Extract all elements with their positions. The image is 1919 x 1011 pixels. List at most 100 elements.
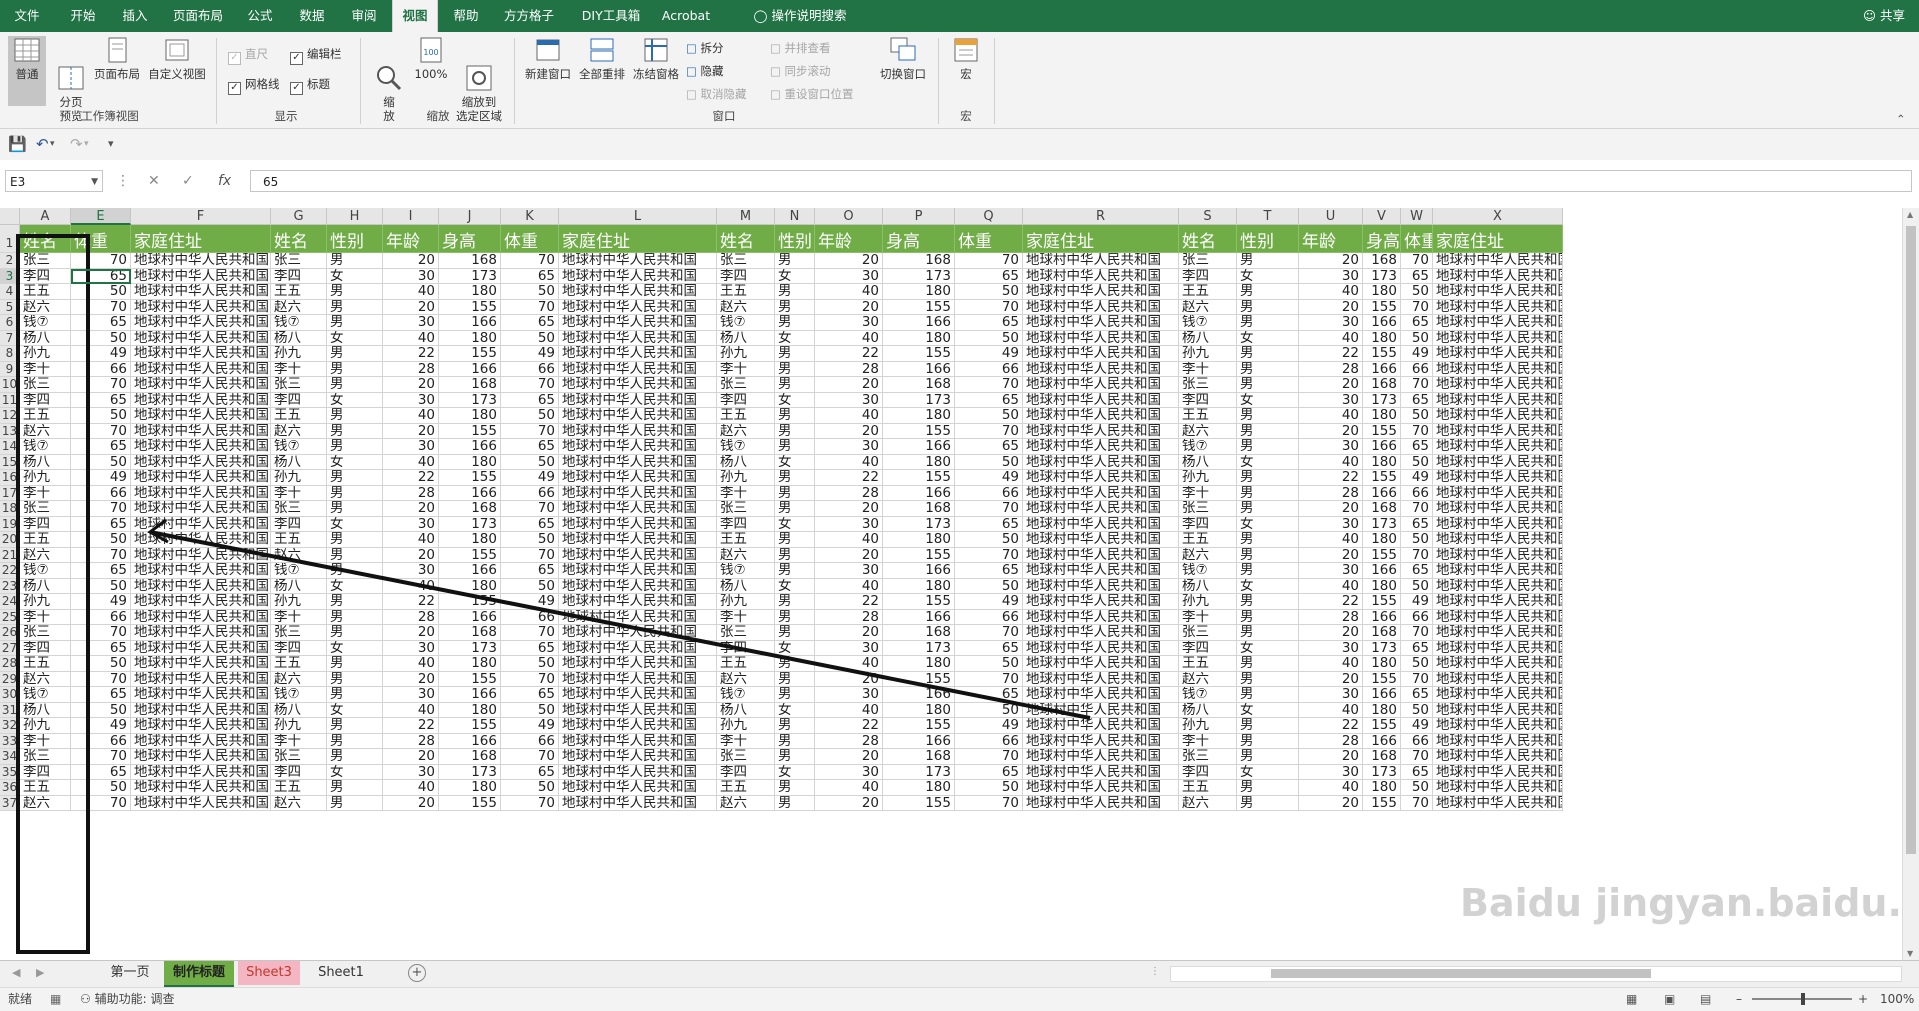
table-cell[interactable]: 40	[815, 578, 883, 594]
table-cell[interactable]: 王五	[1179, 780, 1237, 796]
header-cell[interactable]: 体重	[501, 225, 559, 253]
table-cell[interactable]: 66	[501, 733, 559, 749]
table-cell[interactable]: 40	[383, 408, 439, 424]
table-cell[interactable]: 40	[383, 780, 439, 796]
table-cell[interactable]: 男	[775, 253, 815, 269]
table-cell[interactable]: 168	[883, 253, 955, 269]
table-cell[interactable]: 女	[1237, 764, 1299, 780]
table-cell[interactable]: 女	[1237, 516, 1299, 532]
table-cell[interactable]: 50	[1401, 578, 1433, 594]
table-cell[interactable]: 65	[501, 392, 559, 408]
select-all-corner[interactable]	[0, 208, 20, 225]
table-cell[interactable]: 男	[1237, 253, 1299, 269]
column-header-l[interactable]: L	[559, 208, 717, 225]
table-cell[interactable]: 地球村中华人民共和国	[1023, 377, 1179, 393]
tab-home[interactable]: 开始	[60, 0, 106, 32]
table-cell[interactable]: 杨八	[20, 330, 71, 346]
table-cell[interactable]: 40	[1299, 532, 1363, 548]
table-cell[interactable]: 地球村中华人民共和国	[131, 516, 271, 532]
table-cell[interactable]: 李十	[271, 485, 327, 501]
table-cell[interactable]: 地球村中华人民共和国	[131, 609, 271, 625]
customize-qat-icon[interactable]: ▾	[108, 137, 114, 150]
table-cell[interactable]: 180	[1363, 330, 1401, 346]
row-header[interactable]: 35	[0, 764, 20, 780]
table-cell[interactable]: 70	[501, 253, 559, 269]
table-cell[interactable]: 49	[71, 346, 131, 362]
row-header[interactable]: 10	[0, 377, 20, 393]
table-cell[interactable]: 155	[1363, 423, 1401, 439]
table-cell[interactable]: 地球村中华人民共和国	[1433, 268, 1563, 284]
table-cell[interactable]: 155	[439, 470, 501, 486]
table-cell[interactable]: 28	[815, 733, 883, 749]
table-cell[interactable]: 地球村中华人民共和国	[1433, 702, 1563, 718]
row-header[interactable]: 33	[0, 733, 20, 749]
row-header[interactable]: 15	[0, 454, 20, 470]
table-cell[interactable]: 王五	[1179, 656, 1237, 672]
table-cell[interactable]: 地球村中华人民共和国	[1023, 346, 1179, 362]
table-cell[interactable]: 男	[775, 532, 815, 548]
table-cell[interactable]: 地球村中华人民共和国	[131, 733, 271, 749]
table-cell[interactable]: 65	[1401, 516, 1433, 532]
table-cell[interactable]: 20	[383, 749, 439, 765]
table-cell[interactable]: 地球村中华人民共和国	[1433, 330, 1563, 346]
table-cell[interactable]: 王五	[717, 532, 775, 548]
header-cell[interactable]: 姓名	[271, 225, 327, 253]
table-cell[interactable]: 70	[955, 253, 1023, 269]
scroll-sheets-left-icon[interactable]: ◀	[12, 966, 20, 979]
sheet-tab-sheet1[interactable]: Sheet1	[306, 961, 376, 985]
table-cell[interactable]: 男	[1237, 687, 1299, 703]
table-cell[interactable]: 地球村中华人民共和国	[1433, 454, 1563, 470]
table-cell[interactable]: 173	[439, 268, 501, 284]
table-cell[interactable]: 180	[1363, 284, 1401, 300]
table-cell[interactable]: 男	[775, 501, 815, 517]
header-cell[interactable]: 体重	[71, 225, 131, 253]
table-cell[interactable]: 20	[815, 423, 883, 439]
table-cell[interactable]: 女	[1237, 702, 1299, 718]
row-header[interactable]: 28	[0, 656, 20, 672]
table-cell[interactable]: 28	[1299, 733, 1363, 749]
accessibility-status[interactable]: ⚇ 辅助功能: 调查	[80, 988, 174, 1010]
table-cell[interactable]: 155	[883, 423, 955, 439]
table-cell[interactable]: 女	[775, 392, 815, 408]
headings-checkbox[interactable]: ✓ 标题	[290, 76, 330, 95]
table-cell[interactable]: 男	[327, 501, 383, 517]
table-cell[interactable]: 49	[1401, 470, 1433, 486]
table-cell[interactable]: 168	[1363, 253, 1401, 269]
table-cell[interactable]: 王五	[20, 780, 71, 796]
table-cell[interactable]: 155	[1363, 718, 1401, 734]
table-cell[interactable]: 22	[815, 718, 883, 734]
table-cell[interactable]: 李四	[717, 392, 775, 408]
table-cell[interactable]: 李四	[271, 516, 327, 532]
table-cell[interactable]: 168	[1363, 377, 1401, 393]
table-cell[interactable]: 张三	[717, 377, 775, 393]
table-cell[interactable]: 赵六	[20, 671, 71, 687]
row-header[interactable]: 37	[0, 795, 20, 811]
tab-file[interactable]: 文件	[4, 0, 50, 32]
table-cell[interactable]: 173	[1363, 640, 1401, 656]
table-cell[interactable]: 180	[883, 408, 955, 424]
table-cell[interactable]: 70	[955, 795, 1023, 811]
split-button[interactable]: □ 拆分	[686, 40, 724, 56]
table-cell[interactable]: 22	[1299, 346, 1363, 362]
table-cell[interactable]: 地球村中华人民共和国	[559, 454, 717, 470]
table-cell[interactable]: 70	[501, 625, 559, 641]
tab-fangfang[interactable]: 方方格子	[496, 0, 562, 32]
table-cell[interactable]: 地球村中华人民共和国	[559, 702, 717, 718]
table-cell[interactable]: 40	[1299, 408, 1363, 424]
table-cell[interactable]: 70	[71, 547, 131, 563]
table-cell[interactable]: 王五	[20, 408, 71, 424]
table-cell[interactable]: 女	[775, 454, 815, 470]
table-cell[interactable]: 张三	[717, 501, 775, 517]
table-cell[interactable]: 地球村中华人民共和国	[1433, 609, 1563, 625]
table-cell[interactable]: 50	[71, 408, 131, 424]
table-cell[interactable]: 男	[775, 594, 815, 610]
table-cell[interactable]: 地球村中华人民共和国	[1433, 671, 1563, 687]
table-cell[interactable]: 孙九	[717, 470, 775, 486]
table-cell[interactable]: 22	[383, 346, 439, 362]
table-cell[interactable]: 155	[439, 423, 501, 439]
column-header-w[interactable]: W	[1401, 208, 1433, 225]
table-cell[interactable]: 70	[1401, 299, 1433, 315]
zoom-to-selection-button[interactable]: 缩放到 选定区域	[452, 36, 506, 137]
table-cell[interactable]: 66	[1401, 361, 1433, 377]
table-cell[interactable]: 女	[1237, 640, 1299, 656]
